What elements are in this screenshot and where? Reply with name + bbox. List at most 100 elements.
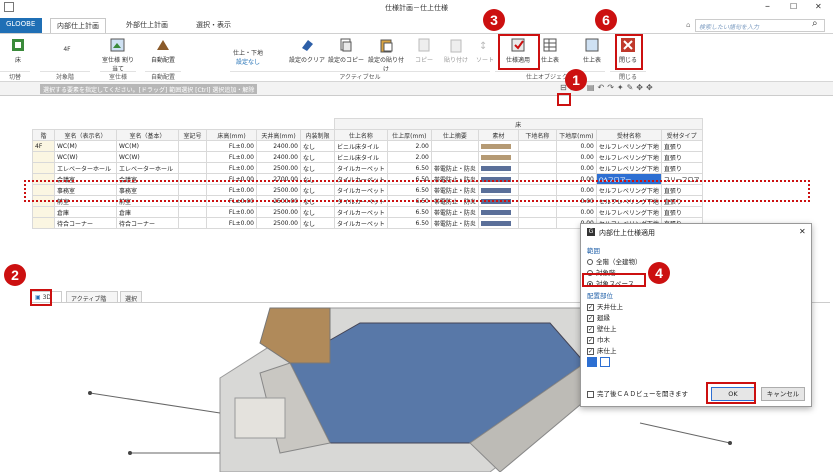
table-cell[interactable]: なし (300, 151, 335, 163)
table-cell[interactable]: 待合コーナー (116, 217, 179, 229)
column-header[interactable]: 仕上名称 (334, 129, 388, 141)
part-cornice-checkbox[interactable]: ✓ 廻縁 (587, 312, 610, 322)
tab-selection[interactable]: 選択 (120, 291, 142, 303)
column-header[interactable]: 下地名称 (517, 129, 557, 141)
table-cell[interactable]: 直張り (660, 140, 703, 152)
tab-interior-finish[interactable]: 内部仕上計画 (50, 18, 106, 33)
minimize-button[interactable]: – (765, 1, 770, 12)
list-view-icon[interactable] (587, 357, 597, 367)
table-cell[interactable]: FL±0.00 (206, 206, 257, 218)
paste-setting-button[interactable]: 設定の貼り付け (366, 36, 406, 73)
table-cell[interactable] (32, 217, 55, 229)
table-cell[interactable]: なし (300, 217, 335, 229)
copy-button[interactable]: コピー (413, 36, 435, 64)
table-cell[interactable]: 倉庫 (116, 206, 179, 218)
column-header[interactable]: 受材タイプ (660, 129, 703, 141)
cancel-button[interactable]: キャンセル (761, 387, 805, 401)
table-cell[interactable] (477, 162, 519, 174)
table-cell[interactable] (178, 151, 207, 163)
search-input[interactable]: 検索したい語句を入力 (695, 19, 825, 32)
target-floor-value[interactable]: 4F (55, 46, 79, 53)
table-cell[interactable]: FL±0.00 (206, 217, 257, 229)
table-cell[interactable]: 0.00 (555, 162, 597, 174)
column-header[interactable]: 素材 (477, 129, 519, 141)
table-cell[interactable] (178, 217, 207, 229)
redo-icon[interactable]: ↷ (607, 83, 617, 92)
table-cell[interactable]: 2.00 (386, 151, 432, 163)
maximize-button[interactable]: ☐ (790, 2, 797, 11)
finish-setting-value[interactable]: 設定なし (228, 57, 268, 66)
table-cell[interactable] (178, 162, 207, 174)
column-header[interactable]: 室名（表示名） (54, 129, 117, 141)
layer-icon[interactable]: ▤ (587, 83, 598, 92)
tab-exterior-finish[interactable]: 外部仕上計画 (120, 18, 174, 33)
column-header[interactable]: 内装制限 (300, 129, 335, 141)
tab-active-floor[interactable]: アクティブ階 (66, 291, 118, 303)
table-row[interactable]: 倉庫 倉庫 FL±0.00 2500.00 なし タイルカーペット 6.50 帯電防止・防炎 0… (32, 206, 703, 218)
table-cell[interactable]: 0.00 (555, 206, 597, 218)
table-cell[interactable]: 直張り (660, 206, 703, 218)
range-option-all[interactable]: 全階（全建物） (587, 256, 642, 266)
table-cell[interactable]: 2400.00 (256, 140, 301, 152)
dialog-close-icon[interactable]: ✕ (799, 227, 806, 236)
table-cell[interactable]: セルフレベリング下地 (595, 140, 662, 152)
column-header[interactable]: 下地厚(mm) (555, 129, 597, 141)
table-cell[interactable]: FL±0.00 (206, 162, 257, 174)
table-cell[interactable]: なし (300, 162, 335, 174)
table-cell[interactable] (477, 151, 519, 163)
table-cell[interactable]: 帯電防止・防炎 (430, 206, 479, 218)
table-cell[interactable]: WC(W) (116, 151, 179, 163)
column-header[interactable]: 室記号 (178, 129, 207, 141)
finish-table-2-button[interactable]: 仕上表 (578, 36, 606, 64)
column-header[interactable]: 受材名称 (595, 129, 662, 141)
table-cell[interactable]: 帯電防止・防炎 (430, 217, 479, 229)
table-cell[interactable] (517, 206, 557, 218)
table-cell[interactable]: 4F (32, 140, 55, 152)
table-cell[interactable]: 直張り (660, 162, 703, 174)
table-cell[interactable]: なし (300, 206, 335, 218)
table-cell[interactable]: 直張り (660, 151, 703, 163)
table-cell[interactable]: タイルカーペット (334, 217, 388, 229)
clear-setting-button[interactable]: 設定のクリア (288, 36, 326, 64)
table-cell[interactable]: なし (300, 140, 335, 152)
paint-icon[interactable]: ✎ (627, 83, 637, 92)
close-window-button[interactable]: ✕ (815, 2, 822, 11)
table-row[interactable]: WC(W) WC(W) FL±0.00 2400.00 なし ビニル床タイル 2.00 0.0… (32, 151, 703, 163)
column-header[interactable]: 室名（基本） (116, 129, 179, 141)
column-header[interactable]: 天井高(mm) (256, 129, 301, 141)
part-wall-checkbox[interactable]: ✓ 壁仕上 (587, 323, 617, 333)
finish-table-button[interactable]: 仕上表 (538, 36, 562, 64)
tab-gloobe[interactable]: GLOOBE (0, 18, 42, 33)
table-cell[interactable]: 2.00 (386, 140, 432, 152)
table-cell[interactable]: 2400.00 (256, 151, 301, 163)
move-icon[interactable]: ✥ (636, 83, 646, 92)
copy-setting-button[interactable]: 設定のコピー (328, 36, 364, 64)
table-row[interactable]: エレベーターホール エレベーターホール FL±0.00 2500.00 なし タイルカーペ… (32, 162, 703, 174)
table-cell[interactable]: 6.50 (386, 206, 432, 218)
table-cell[interactable]: 帯電防止・防炎 (430, 162, 479, 174)
undo-icon[interactable]: ↶ (597, 83, 607, 92)
open-cad-checkbox[interactable]: 完了後ＣＡＤビューを開きます (587, 388, 688, 398)
table-cell[interactable]: セルフレベリング下地 (595, 206, 662, 218)
table-cell[interactable] (178, 206, 207, 218)
table-cell[interactable] (517, 162, 557, 174)
table-cell[interactable]: 6.50 (386, 162, 432, 174)
part-ceiling-checkbox[interactable]: ✓ 天井仕上 (587, 301, 623, 311)
table-cell[interactable] (517, 140, 557, 152)
table-cell[interactable]: タイルカーペット (334, 206, 388, 218)
table-cell[interactable] (430, 151, 479, 163)
table-cell[interactable]: FL±0.00 (206, 151, 257, 163)
table-cell[interactable]: 2500.00 (256, 162, 301, 174)
table-cell[interactable] (477, 206, 519, 218)
table-cell[interactable]: 0.00 (555, 151, 597, 163)
table-cell[interactable]: 待合コーナー (54, 217, 117, 229)
detail-view-icon[interactable] (600, 357, 610, 367)
help-icon[interactable]: ⌂ (686, 21, 690, 29)
table-cell[interactable]: 2500.00 (256, 206, 301, 218)
table-cell[interactable] (477, 140, 519, 152)
table-cell[interactable]: FL±0.00 (206, 140, 257, 152)
table-cell[interactable]: WC(M) (116, 140, 179, 152)
light-icon[interactable]: ✦ (617, 83, 627, 92)
zoom-icon[interactable]: ✥ (646, 83, 656, 92)
auto-place-button[interactable]: 自動配置 (145, 36, 181, 64)
